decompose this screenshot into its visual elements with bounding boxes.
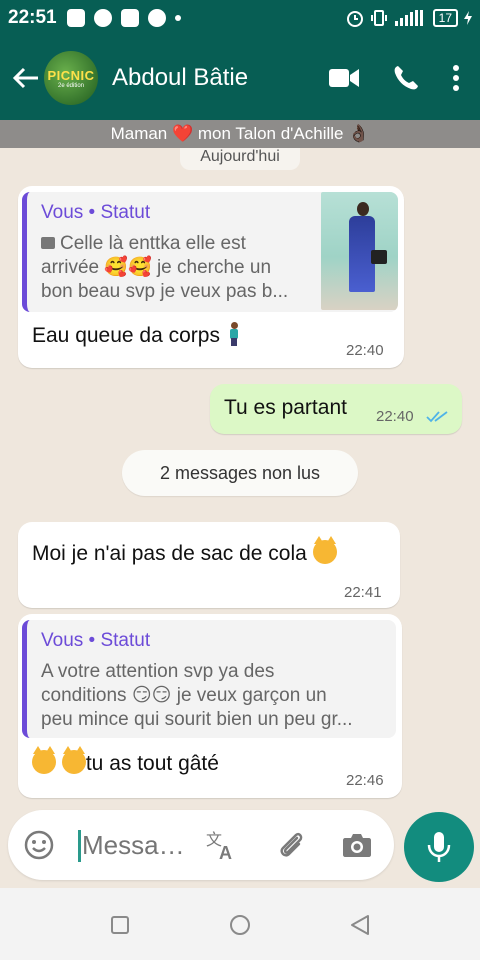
alarm-icon (346, 11, 363, 27)
quote-line: conditions 😏😏 je veux garçon un (41, 685, 327, 706)
group-banner: Maman ❤️ mon Talon d'Achille 👌🏿 (0, 120, 480, 148)
message-time: 22:41 (344, 584, 382, 601)
recents-button[interactable] (105, 910, 135, 940)
circle-icon (230, 915, 250, 935)
cat-joy-emoji-icon (32, 746, 56, 774)
svg-text:A: A (219, 843, 232, 861)
quoted-status[interactable]: Vous • Statut A votre attention svp ya d… (22, 620, 396, 738)
back-button[interactable] (345, 910, 375, 940)
notification-app-icon (66, 9, 85, 27)
message-composer[interactable]: 文A (8, 810, 394, 880)
status-time: 22:51 (8, 7, 57, 28)
status-thumbnail[interactable] (321, 192, 398, 310)
quote-author: Vous • Statut (41, 202, 151, 223)
quote-author: Vous • Statut (41, 630, 151, 651)
emoji-icon[interactable] (22, 828, 56, 862)
walking-person-emoji-icon (228, 322, 240, 346)
quote-line: peu mince qui sourit bien un peu gr... (41, 709, 353, 730)
system-icons: 17 (345, 9, 472, 27)
message-text: Moi je n'ai pas de sac de cola (32, 536, 337, 566)
quote-line: Celle là enttka elle est (60, 233, 246, 254)
notification-icons (66, 9, 181, 27)
unread-messages-chip: 2 messages non lus (122, 450, 358, 496)
message-bubble-incoming[interactable]: Vous • Statut Celle là enttka elle est a… (18, 186, 404, 368)
translate-icon[interactable]: 文A (204, 828, 238, 862)
message-time: 22:40 (376, 408, 414, 425)
date-chip: Aujourd'hui (180, 148, 300, 170)
quote-text: Celle là enttka elle est arrivée 🥰🥰 je c… (41, 232, 288, 304)
more-options-button[interactable] (446, 56, 466, 100)
quote-line: A votre attention svp ya des (41, 661, 275, 682)
voice-call-button[interactable] (384, 56, 428, 100)
message-text: tu as tout gâté (32, 746, 219, 776)
charging-icon (464, 11, 472, 25)
message-text: Eau queue da corps (32, 322, 240, 348)
quote-text: A votre attention svp ya des conditions … (41, 660, 353, 732)
attach-icon[interactable] (274, 828, 308, 862)
notification-app-icon (93, 9, 112, 27)
overflow-menu-icon (453, 65, 459, 91)
square-icon (111, 916, 129, 934)
mic-button[interactable] (404, 812, 474, 882)
chat-area[interactable]: Aujourd'hui Vous • Statut Celle là enttk… (0, 148, 480, 888)
cat-joy-emoji-icon (312, 536, 337, 564)
quote-line: arrivée 🥰🥰 je cherche un (41, 257, 272, 278)
home-button[interactable] (225, 910, 255, 940)
message-bubble-incoming[interactable]: Moi je n'ai pas de sac de cola 22:41 (18, 522, 400, 608)
quoted-status[interactable]: Vous • Statut Celle là enttka elle est a… (22, 192, 398, 312)
more-notifications-dot-icon (174, 15, 181, 21)
message-time: 22:46 (346, 772, 384, 789)
message-bubble-outgoing[interactable]: Tu es partant 22:40 (210, 384, 462, 434)
avatar-logo-sub: 2e édition (57, 82, 85, 89)
notification-app-icon (120, 9, 139, 27)
read-receipt-icon (426, 411, 448, 423)
quote-line: bon beau svp je veux pas b... (41, 281, 289, 302)
mic-icon (427, 832, 451, 862)
signal-icon (394, 10, 423, 26)
message-bubble-incoming[interactable]: Vous • Statut A votre attention svp ya d… (18, 614, 402, 798)
system-navigation-bar (0, 888, 480, 960)
message-text: Tu es partant (224, 396, 347, 419)
chat-header: PICNIC 2e édition Abdoul Bâtie (0, 36, 480, 120)
video-camera-icon (329, 69, 359, 87)
status-bar: 22:51 17 (0, 0, 480, 36)
avatar-logo: PICNIC (47, 67, 95, 83)
vibrate-icon (370, 10, 387, 26)
phone-icon (394, 66, 418, 90)
avatar[interactable]: PICNIC 2e édition (44, 51, 98, 105)
contact-name[interactable]: Abdoul Bâtie (112, 64, 322, 92)
image-icon (41, 237, 55, 249)
message-time: 22:40 (346, 342, 384, 359)
message-input[interactable] (72, 826, 192, 864)
battery-icon: 17 (432, 9, 458, 27)
notification-app-icon (147, 9, 166, 27)
video-call-button[interactable] (322, 56, 366, 100)
cat-joy-emoji-icon (61, 746, 86, 774)
triangle-back-icon (351, 915, 369, 935)
back-arrow-icon[interactable] (8, 58, 44, 98)
camera-icon[interactable] (340, 828, 374, 862)
